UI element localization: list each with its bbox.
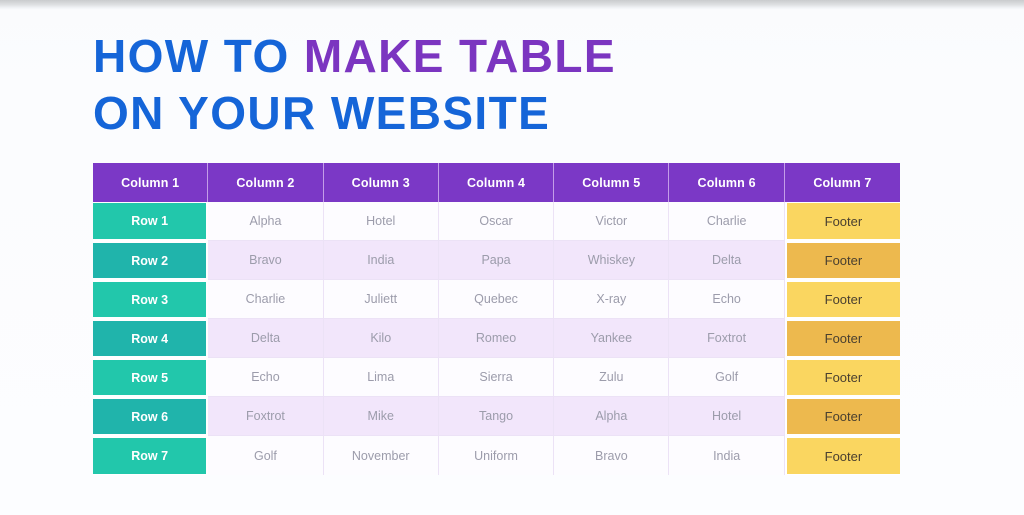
table-cell: Oscar [438, 202, 555, 241]
table-cell: November [323, 436, 439, 475]
row-label-cell[interactable]: Row 2 [93, 241, 209, 280]
row-label-cell[interactable]: Row 6 [93, 397, 209, 436]
table-cell: Zulu [554, 358, 670, 397]
table-cell: Kilo [323, 319, 439, 358]
table-row: Row 1 Alpha Hotel Oscar Victor Charlie Footer [93, 202, 901, 241]
table-cell: Mike [323, 397, 439, 436]
table-header-cell-2[interactable]: Column 2 [208, 163, 324, 202]
table-cell: India [669, 436, 785, 475]
footer-cell[interactable]: Footer [784, 241, 901, 280]
table-cell: Sierra [438, 358, 555, 397]
footer-cell[interactable]: Footer [784, 202, 901, 241]
table-cell: X-ray [554, 280, 670, 319]
table-header-cell-4[interactable]: Column 4 [438, 163, 555, 202]
title-segment-make-table: MAKE TABLE [303, 30, 616, 82]
row-label-cell[interactable]: Row 5 [93, 358, 209, 397]
table-cell: Foxtrot [669, 319, 785, 358]
table-cell: Victor [554, 202, 670, 241]
table-cell: Foxtrot [208, 397, 324, 436]
table-cell: Lima [323, 358, 439, 397]
footer-cell[interactable]: Footer [784, 319, 901, 358]
table-header-cell-6[interactable]: Column 6 [669, 163, 785, 202]
table-row: Row 7 Golf November Uniform Bravo India Footer [93, 436, 901, 475]
table-cell: Hotel [323, 202, 439, 241]
footer-cell[interactable]: Footer [784, 358, 901, 397]
table-row: Row 4 Delta Kilo Romeo Yankee Foxtrot Footer [93, 319, 901, 358]
table-cell: Quebec [438, 280, 555, 319]
table-cell: India [323, 241, 439, 280]
table-cell: Hotel [669, 397, 785, 436]
page-title: HOW TO MAKE TABLE ON YOUR WEBSITE [93, 28, 853, 142]
row-label-cell[interactable]: Row 3 [93, 280, 209, 319]
table-cell: Delta [669, 241, 785, 280]
table-row: Row 6 Foxtrot Mike Tango Alpha Hotel Footer [93, 397, 901, 436]
table-cell: Golf [208, 436, 324, 475]
table-cell: Bravo [554, 436, 670, 475]
table-row: Row 3 Charlie Juliett Quebec X-ray Echo Footer [93, 280, 901, 319]
table-cell: Echo [669, 280, 785, 319]
table-row: Row 5 Echo Lima Sierra Zulu Golf Footer [93, 358, 901, 397]
table-cell: Yankee [554, 319, 670, 358]
footer-cell[interactable]: Footer [784, 397, 901, 436]
table-header-cell-1[interactable]: Column 1 [93, 163, 209, 202]
table-cell: Uniform [438, 436, 555, 475]
table-row: Row 2 Bravo India Papa Whiskey Delta Footer [93, 241, 901, 280]
table-header-cell-5[interactable]: Column 5 [554, 163, 670, 202]
table-cell: Juliett [323, 280, 439, 319]
table-cell: Bravo [208, 241, 324, 280]
table-cell: Tango [438, 397, 555, 436]
top-gradient-strip [0, 0, 1024, 10]
title-line-1: HOW TO MAKE TABLE [93, 28, 853, 85]
table-header-cell-7[interactable]: Column 7 [784, 163, 901, 202]
row-label-cell[interactable]: Row 7 [93, 436, 209, 475]
table-cell: Alpha [554, 397, 670, 436]
table-body: Row 1 Alpha Hotel Oscar Victor Charlie Footer R… [93, 202, 901, 475]
table-cell: Golf [669, 358, 785, 397]
table-cell: Charlie [669, 202, 785, 241]
data-table: Column 1 Column 2 Column 3 Column 4 Column 5… [93, 163, 901, 475]
row-label-cell[interactable]: Row 4 [93, 319, 209, 358]
table-cell: Romeo [438, 319, 555, 358]
title-segment-how-to: HOW TO [93, 30, 304, 82]
footer-cell[interactable]: Footer [784, 280, 901, 319]
table-head: Column 1 Column 2 Column 3 Column 4 Column 5… [93, 163, 901, 202]
table-cell: Papa [438, 241, 555, 280]
table-cell: Echo [208, 358, 324, 397]
table-cell: Delta [208, 319, 324, 358]
table-header-row: Column 1 Column 2 Column 3 Column 4 Column 5… [93, 163, 901, 202]
row-label-cell[interactable]: Row 1 [93, 202, 209, 241]
table-cell: Alpha [208, 202, 324, 241]
title-line-2: ON YOUR WEBSITE [93, 87, 551, 139]
page-canvas: HOW TO MAKE TABLE ON YOUR WEBSITE Column… [0, 0, 1024, 515]
table-cell: Whiskey [554, 241, 670, 280]
footer-cell[interactable]: Footer [784, 436, 901, 475]
table-cell: Charlie [208, 280, 324, 319]
table-container: Column 1 Column 2 Column 3 Column 4 Column 5… [93, 163, 901, 475]
table-header-cell-3[interactable]: Column 3 [323, 163, 439, 202]
